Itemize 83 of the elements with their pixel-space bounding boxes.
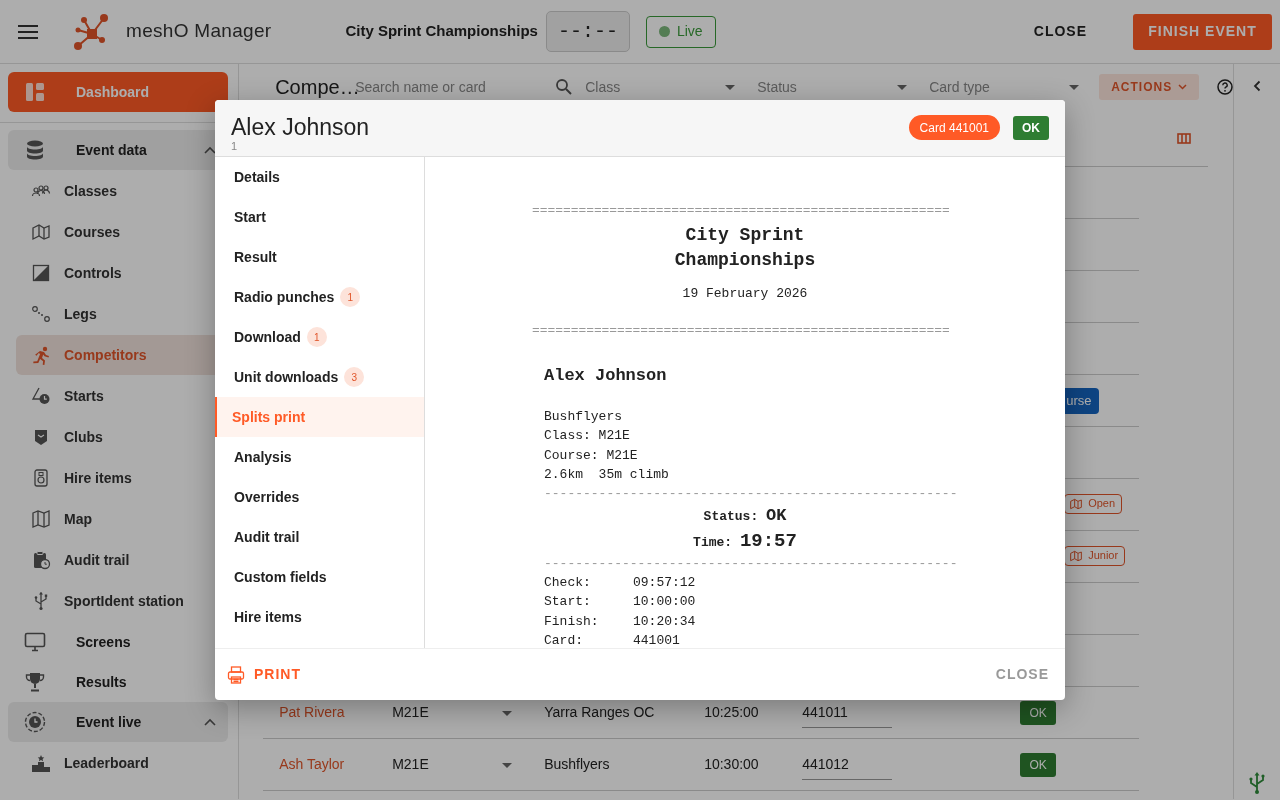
dropdown-caret-icon (502, 710, 513, 716)
result-label: Status: (703, 508, 759, 524)
folded-map-icon (1069, 549, 1084, 562)
caret-up-icon (204, 718, 217, 726)
columns-icon (1177, 132, 1192, 144)
receipt-value: 441001 (633, 632, 680, 648)
card-input-field[interactable]: 441011 (802, 697, 893, 728)
control-flag-icon (31, 263, 51, 283)
course-button[interactable]: urse (1064, 387, 1100, 414)
live-badge: Live (645, 15, 716, 48)
clipboard-clock-icon (31, 550, 51, 570)
app-name: meshO Manager (126, 19, 272, 44)
help-icon (1217, 79, 1234, 95)
page-title: Compe… (275, 75, 356, 100)
trophy-icon (24, 671, 46, 693)
chevron-down-icon (1178, 84, 1188, 90)
hire-device-icon (31, 468, 51, 488)
dropdown-caret-icon (502, 762, 513, 768)
receipt-line: Class: M21E (543, 427, 631, 445)
class-tag: Junior (1064, 545, 1126, 566)
receipt-line: 2.6km 35m climb (543, 466, 670, 484)
rule-line: ----------------------------------------------------- (543, 554, 958, 573)
class-tag: Open (1064, 493, 1123, 514)
count-badge: 1 (340, 287, 361, 307)
starts-icon (31, 386, 51, 406)
search-icon (555, 78, 574, 96)
dropdown-caret-icon (897, 84, 908, 90)
dropdown-caret-icon (725, 84, 736, 90)
receipt-label: Check: (544, 573, 592, 592)
event-title: City Sprint Championships (345, 21, 538, 42)
rule-line: ----------------------------------------------------- (543, 484, 958, 503)
rule-line: ====================================================== (532, 322, 951, 340)
table-cell-text: M21E (392, 755, 430, 774)
sidebar-group-header[interactable]: Event live (8, 702, 229, 742)
dropdown-caret-icon (1069, 84, 1080, 90)
sidebar-item[interactable]: Results (8, 662, 229, 702)
runner-icon (31, 345, 51, 365)
close-button[interactable]: CLOSE (1027, 20, 1093, 43)
competitor-name: Alex Johnson (543, 365, 668, 387)
status-badge: OK (1013, 116, 1049, 140)
database-icon (24, 139, 46, 161)
result-value: 19:57 (739, 529, 797, 552)
status-button[interactable]: OK (1020, 752, 1057, 777)
result-label: Time: (693, 534, 733, 550)
count-badge: 1 (306, 327, 327, 347)
folded-map-icon (1069, 497, 1084, 510)
receipt-value: 09:57:12 (633, 573, 696, 592)
receipt-label: Start: (544, 593, 592, 611)
dialog-subtitle: 1 (231, 141, 239, 152)
count-badge: 3 (344, 367, 365, 387)
dashboard-icon (24, 81, 46, 103)
dialog-title: Alex Johnson (231, 116, 370, 139)
result-value: OK (766, 505, 787, 525)
table-cell-text: Bushflyers (544, 755, 611, 774)
usb-icon (1248, 771, 1267, 795)
status-button[interactable]: OK (1020, 700, 1057, 725)
caret-up-icon (204, 146, 217, 154)
receipt-title: City Sprint Championships (673, 224, 817, 272)
chevron-left-icon (1253, 80, 1262, 92)
receipt-label: Card: (544, 632, 584, 648)
podium-icon (31, 753, 51, 773)
receipt-label: Finish: (544, 612, 600, 631)
receipt-value: 10:00:00 (633, 593, 696, 611)
receipt-date: 19 February 2026 (681, 285, 809, 303)
monitor-icon (24, 631, 46, 653)
table-cell-text: M21E (392, 703, 430, 722)
card-badge: Card 441001 (908, 115, 1000, 140)
sidebar-item[interactable]: Leaderboard (16, 743, 229, 783)
table-cell-text: Yarra Ranges OC (544, 703, 656, 722)
receipt-line: Bushflyers (543, 407, 623, 426)
printer-icon (227, 665, 245, 684)
receipt-value: 10:20:34 (633, 612, 696, 631)
folded-map-icon (31, 222, 51, 242)
receipt-line: Course: M21E (543, 446, 639, 465)
map-icon (31, 509, 51, 529)
table-cell-text: 10:25:00 (704, 703, 760, 722)
clock-ring-icon (24, 711, 46, 733)
legs-icon (31, 304, 51, 324)
table-cell-text: 10:30:00 (704, 755, 760, 774)
rule-line: ====================================================== (532, 202, 951, 220)
clock-display: --:-- (545, 11, 630, 52)
menu-icon (18, 23, 38, 40)
card-input-field[interactable]: 441012 (802, 749, 893, 780)
